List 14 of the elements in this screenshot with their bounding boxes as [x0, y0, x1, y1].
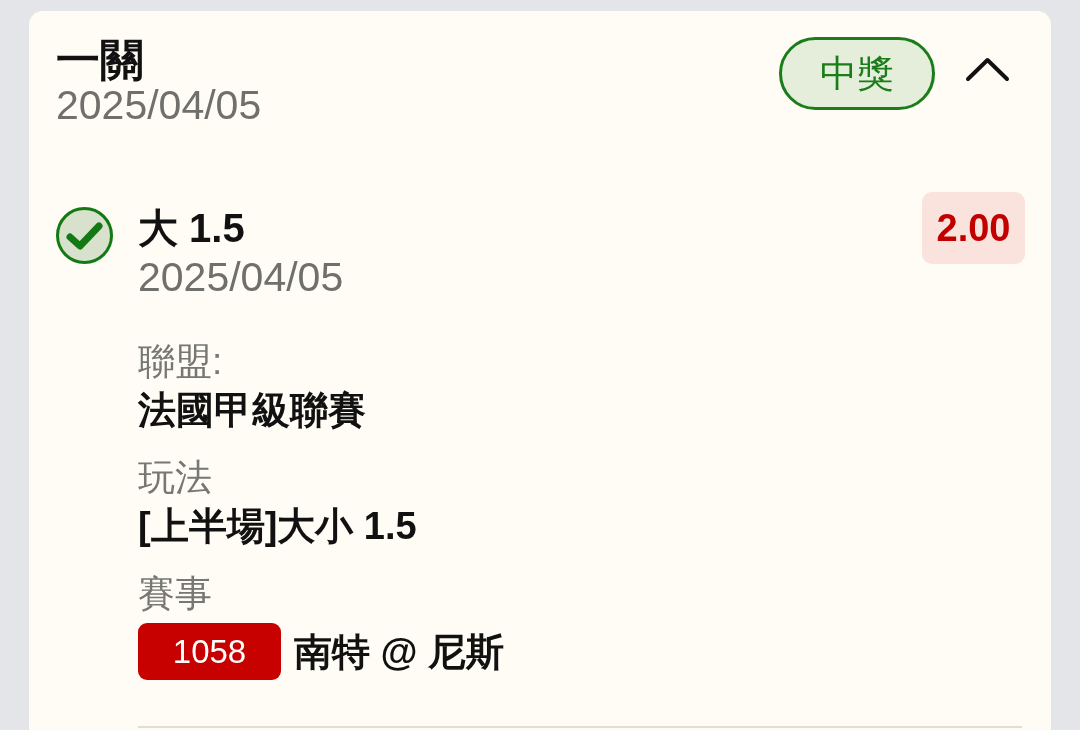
match-name: 南特 @ 尼斯	[294, 629, 505, 675]
field-label: 聯盟:	[138, 340, 223, 384]
bet-date: 2025/04/05	[56, 84, 262, 126]
bet-type-title: 一關	[56, 36, 144, 84]
selection-date: 2025/04/05	[138, 253, 344, 301]
field-value: 法國甲級聯賽	[138, 388, 366, 433]
odds-value: 2.00	[922, 192, 1025, 264]
event-number-tag: 1058	[138, 623, 281, 680]
field-label: 賽事	[138, 572, 212, 616]
field-label: 玩法	[138, 456, 212, 500]
chevron-button[interactable]	[965, 56, 1010, 82]
field-value: [上半場]大小 1.5	[138, 504, 417, 549]
selection-title: 大 1.5	[138, 205, 245, 252]
status-badge: 中獎	[779, 37, 935, 110]
